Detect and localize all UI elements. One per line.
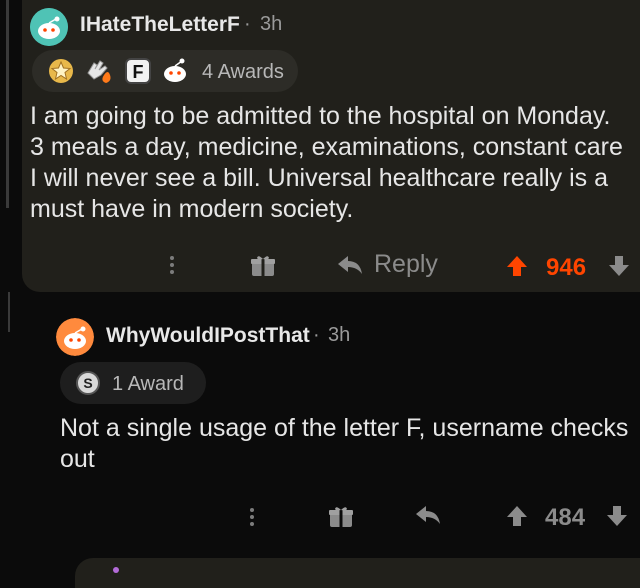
vote-score: 946 [546, 254, 587, 281]
letter-f-award-icon: F [125, 58, 151, 84]
meta-separator: · [313, 324, 320, 346]
avatar[interactable] [30, 8, 68, 46]
awards-pill[interactable]: F 4 Awards [32, 50, 298, 92]
avatar[interactable] [56, 318, 94, 356]
reply-label: Reply [374, 250, 438, 278]
award-letter: F [133, 62, 144, 82]
reply-icon[interactable] [414, 504, 442, 526]
gift-award-icon[interactable] [250, 254, 276, 278]
comment-card: WhyWouldIPostThat · 3h S 1 Award Not a s… [30, 292, 640, 579]
comment-time: 3h [260, 13, 283, 35]
upvote-icon[interactable] [506, 255, 528, 277]
comment-card: IHateTheLetterF · 3h F 4 Awards I am goi… [22, 0, 640, 292]
comment-body: I am going to be admitted to the hospita… [30, 102, 623, 223]
snoo-avatar-icon [56, 318, 94, 356]
snoo-avatar-icon [30, 8, 68, 46]
gift-award-icon[interactable] [328, 505, 354, 529]
thread-line[interactable] [6, 0, 9, 208]
avatar [113, 567, 119, 573]
snoo-award-icon [164, 58, 186, 82]
star-award-icon [49, 59, 73, 83]
downvote-icon[interactable] [606, 505, 628, 527]
reply-button[interactable]: Reply [336, 250, 438, 279]
silver-award-icon: S [76, 371, 100, 395]
awards-count: 4 Awards [202, 61, 284, 83]
downvote-icon[interactable] [608, 255, 630, 277]
reply-icon [338, 255, 362, 274]
comment-username[interactable]: IHateTheLetterF [80, 13, 240, 37]
next-comment-card [75, 558, 640, 588]
more-options-icon[interactable] [250, 505, 256, 529]
hand-fire-award-icon [87, 60, 111, 83]
more-options-icon[interactable] [170, 253, 176, 277]
comment-body: Not a single usage of the letter F, user… [60, 414, 629, 473]
comment-time: 3h [328, 324, 351, 346]
awards-pill[interactable]: S 1 Award [60, 362, 206, 404]
comment-username[interactable]: WhyWouldIPostThat [106, 324, 310, 348]
thread-line[interactable] [8, 292, 10, 332]
upvote-icon[interactable] [506, 505, 528, 527]
award-letter: S [83, 375, 92, 391]
meta-separator: · [244, 13, 251, 35]
vote-score: 484 [545, 504, 586, 531]
awards-count: 1 Award [112, 373, 184, 395]
